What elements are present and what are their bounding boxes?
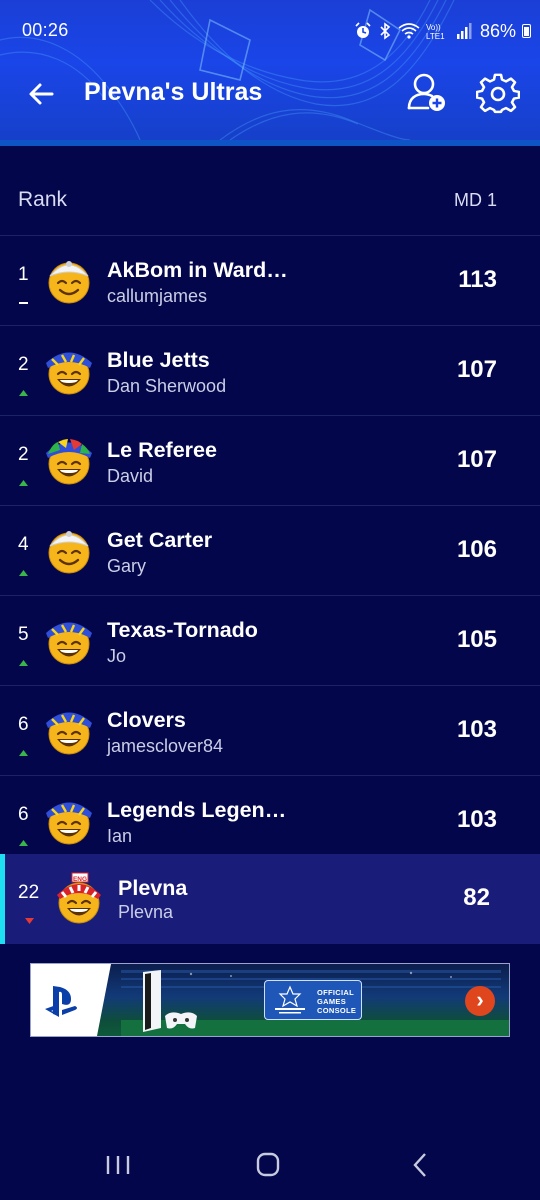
team-points: 103 bbox=[456, 806, 497, 833]
team-points: 82 bbox=[463, 884, 490, 911]
settings-gear-icon[interactable] bbox=[476, 72, 520, 116]
manager-name: Jo bbox=[107, 646, 127, 666]
advertisement-banner[interactable]: OFFICIAL GAMES CONSOLE › bbox=[30, 963, 510, 1037]
rank-number: 6 bbox=[18, 714, 29, 735]
rank-up-icon bbox=[18, 654, 29, 666]
rank-up-icon bbox=[18, 474, 29, 486]
header-banner: 00:26 Vo)) LTE1 86% Plevna's Ultras bbox=[0, 0, 540, 140]
matchday-column-label: MD 1 bbox=[453, 190, 497, 210]
rank-number: 2 bbox=[18, 444, 29, 465]
team-name: Plevna bbox=[118, 876, 188, 900]
volte-icon: Vo))LTE1 bbox=[426, 23, 445, 40]
header-divider bbox=[0, 140, 540, 146]
rank-up-icon bbox=[18, 564, 29, 576]
rank-number: 4 bbox=[18, 534, 29, 555]
team-name: Get Carter bbox=[107, 528, 213, 552]
page-title: Plevna's Ultras bbox=[84, 78, 263, 106]
manager-name: jamesclover84 bbox=[107, 736, 224, 756]
plain-face-avatar bbox=[47, 529, 91, 575]
bluetooth-icon bbox=[380, 22, 391, 40]
blue-hat-face-avatar bbox=[44, 711, 94, 756]
system-navigation-bar bbox=[0, 1128, 540, 1200]
back-arrow-icon[interactable] bbox=[22, 74, 62, 114]
leaderboard-row[interactable]: 1 AkBom in Ward… callumjames 113 bbox=[0, 235, 540, 325]
add-member-icon[interactable] bbox=[404, 70, 450, 116]
team-points: 113 bbox=[458, 266, 497, 293]
home-icon[interactable] bbox=[248, 1150, 288, 1180]
team-name: Clovers bbox=[107, 708, 186, 732]
team-name: Blue Jetts bbox=[107, 348, 210, 372]
leaderboard-row[interactable]: 2 Blue Jetts Dan Sherwood 107 bbox=[0, 325, 540, 415]
rank-number: 2 bbox=[18, 354, 29, 375]
manager-name: Gary bbox=[107, 556, 147, 576]
team-points: 106 bbox=[456, 536, 497, 563]
team-points: 103 bbox=[456, 716, 497, 743]
app-screen: 00:26 Vo)) LTE1 86% Plevna's Ultras Rank… bbox=[0, 0, 540, 1200]
status-icons: Vo)) LTE1 86% bbox=[354, 20, 532, 42]
rank-number: 22 bbox=[18, 882, 40, 903]
england-hat-face-avatar: ENG bbox=[57, 872, 101, 924]
rank-number: 1 bbox=[18, 264, 29, 285]
status-time: 00:26 bbox=[22, 20, 69, 40]
plain-face-avatar bbox=[47, 259, 91, 305]
blue-hat-face-avatar bbox=[44, 621, 94, 666]
nav-back-icon[interactable] bbox=[400, 1150, 440, 1180]
manager-name: David bbox=[107, 466, 154, 486]
rank-number: 6 bbox=[18, 804, 29, 825]
rank-number: 5 bbox=[18, 624, 29, 645]
official-console-text: OFFICIAL GAMES CONSOLE bbox=[317, 988, 357, 1015]
svg-text:LTE1: LTE1 bbox=[426, 32, 445, 40]
wifi-icon bbox=[398, 23, 420, 39]
leaderboard-row[interactable]: 6 Clovers jamesclover84 103 bbox=[0, 685, 540, 775]
blue-hat-face-avatar bbox=[44, 351, 94, 396]
alarm-icon bbox=[355, 22, 371, 38]
starball-logo-icon bbox=[275, 985, 305, 1014]
playstation-logo-icon bbox=[45, 986, 77, 1017]
rank-up-icon bbox=[18, 744, 29, 756]
rank-up-icon bbox=[18, 834, 29, 846]
highlight-accent-bar bbox=[0, 854, 5, 944]
official-console-badge: OFFICIAL GAMES CONSOLE bbox=[264, 980, 362, 1020]
manager-name: callumjames bbox=[107, 286, 208, 306]
my-team-row[interactable]: 22 ENG Plevna Plevna 82 bbox=[0, 854, 540, 944]
chevron-right-icon[interactable]: › bbox=[465, 986, 495, 1016]
team-points: 107 bbox=[456, 356, 497, 383]
manager-name: Ian bbox=[107, 826, 133, 846]
rank-down-icon bbox=[24, 912, 35, 924]
team-name: Le Referee bbox=[107, 438, 217, 462]
rank-same-icon bbox=[18, 294, 29, 304]
manager-name: Dan Sherwood bbox=[107, 376, 227, 396]
leaderboard-row[interactable]: 4 Get Carter Gary 106 bbox=[0, 505, 540, 595]
blue-hat-face-avatar bbox=[44, 801, 94, 846]
battery-percent: 86% bbox=[480, 20, 517, 41]
signal-icon bbox=[457, 23, 472, 39]
team-name: AkBom in Ward… bbox=[107, 258, 288, 282]
rank-column-label: Rank bbox=[18, 188, 68, 211]
multicolor-hat-face-avatar bbox=[44, 437, 94, 486]
leaderboard-row[interactable]: 2 Le Referee David 107 bbox=[0, 415, 540, 505]
rank-up-icon bbox=[18, 384, 29, 396]
avatar-badge: ENG bbox=[73, 876, 87, 883]
svg-text:Vo)): Vo)) bbox=[426, 23, 441, 32]
team-name: Legends Legen… bbox=[107, 798, 287, 822]
team-points: 105 bbox=[456, 626, 497, 653]
status-bar: 00:26 Vo)) LTE1 86% bbox=[0, 0, 540, 60]
console-image bbox=[143, 970, 197, 1032]
battery-icon bbox=[522, 24, 532, 38]
manager-name: Plevna bbox=[118, 902, 174, 922]
team-points: 107 bbox=[456, 446, 497, 473]
leaderboard-row[interactable]: 6 Legends Legen… Ian 103 bbox=[0, 775, 540, 865]
leaderboard-header: Rank MD 1 bbox=[0, 170, 540, 234]
team-name: Texas-Tornado bbox=[107, 618, 258, 642]
leaderboard-row[interactable]: 5 Texas-Tornado Jo 105 bbox=[0, 595, 540, 685]
recent-apps-icon[interactable] bbox=[98, 1150, 138, 1180]
